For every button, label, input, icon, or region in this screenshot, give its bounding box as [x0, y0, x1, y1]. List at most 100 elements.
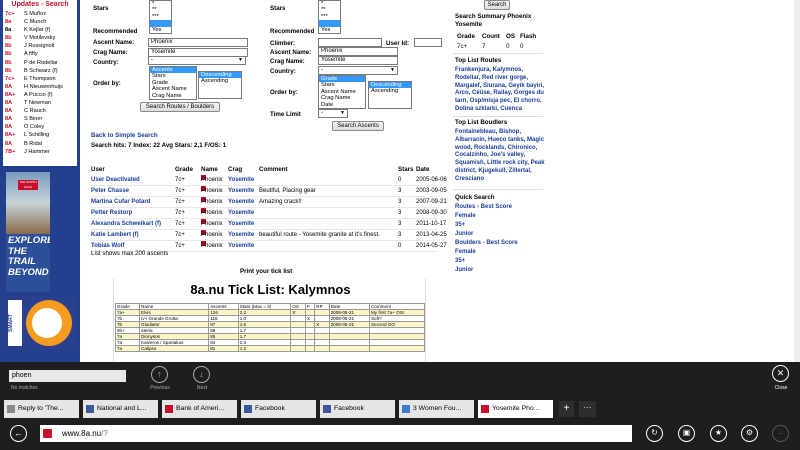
tabs-button[interactable]: ▣ — [678, 425, 695, 442]
crag-link[interactable]: Yosemite — [228, 219, 254, 230]
option[interactable]: Yes — [319, 27, 340, 33]
page-scrollbar[interactable] — [794, 0, 800, 362]
top-routes-list[interactable]: Frankenjura, Kalymnos, Rodellar, Red riv… — [455, 67, 547, 114]
find-input[interactable]: phoen — [9, 370, 126, 382]
country-select[interactable]: - ▼ — [318, 66, 398, 75]
stars-select[interactable]: * ** *** Yes — [149, 0, 172, 34]
crag-link[interactable]: Yosemite — [228, 175, 254, 186]
quick-search-link[interactable]: 35+ — [455, 222, 547, 230]
quick-search-link[interactable]: Routes - Best Score — [455, 204, 547, 212]
search-ascents-button[interactable]: Search Ascents — [332, 121, 384, 131]
update-row[interactable]: 8A+ A Puccio (f) — [3, 91, 77, 99]
update-row[interactable]: 8b A fifty — [3, 50, 77, 58]
update-row[interactable]: 8A O Coley — [3, 123, 77, 131]
close-find-button[interactable]: ✕ — [772, 365, 789, 382]
print-tick-list-link[interactable]: Print your tick list — [240, 268, 292, 275]
quick-search-link[interactable]: Female — [455, 213, 547, 221]
update-row[interactable]: 8A+ L Schilling — [3, 131, 77, 139]
favorites-button[interactable]: ★ — [710, 425, 727, 442]
tab-label: Reply to 'The... — [18, 405, 64, 412]
crag-link[interactable]: Yosemite — [228, 241, 254, 252]
col-date[interactable]: Date — [416, 166, 429, 173]
user-link[interactable]: Katie Lambert (f) — [91, 230, 139, 241]
col-comment[interactable]: Comment — [259, 166, 288, 173]
ascent-name-input[interactable]: Phoenix — [318, 47, 398, 56]
smart-ad[interactable]: SMART — [6, 296, 76, 350]
time-limit-select[interactable]: - ▼ — [318, 109, 348, 118]
climber-input[interactable] — [318, 38, 382, 47]
update-row[interactable]: 8a K Kejlar (f) — [3, 26, 77, 34]
address-input[interactable]: www.8a.nu/? — [40, 425, 632, 442]
quick-search-link[interactable]: Junior — [455, 231, 547, 239]
search-routes-button[interactable]: Search Routes / Boulders — [140, 102, 220, 112]
order-by-select[interactable]: Ascents Stars Grade Ascent Name Crag Nam… — [149, 66, 197, 100]
crag-link[interactable]: Yosemite — [228, 208, 254, 219]
update-row[interactable]: 8b P de Rodellar — [3, 59, 77, 67]
crag-link[interactable]: Yosemite — [228, 197, 254, 208]
browser-tab[interactable]: 3 Women Fou... — [399, 400, 474, 418]
option[interactable]: Ascending — [369, 88, 411, 94]
update-row[interactable]: 7B+ J Hammer — [3, 148, 77, 156]
crag-link[interactable]: Yosemite — [228, 186, 254, 197]
update-row[interactable]: 8A S Biner — [3, 115, 77, 123]
option[interactable]: Yes — [150, 27, 171, 33]
page-tools-button[interactable]: ⚙ — [741, 425, 758, 442]
back-to-simple-search-link[interactable]: Back to Simple Search — [91, 132, 158, 139]
update-row[interactable]: 8b J Rossignoli — [3, 42, 77, 50]
forward-button[interactable]: → — [772, 425, 789, 442]
new-tab-button[interactable]: + — [559, 401, 574, 417]
quick-search-link[interactable]: Junior — [455, 267, 547, 275]
refresh-button[interactable]: ↻ — [646, 425, 663, 442]
next-button[interactable]: ↓ — [193, 366, 210, 383]
country-select[interactable]: - ▼ — [148, 56, 246, 65]
stars-select[interactable]: * ** *** Yes — [318, 0, 341, 34]
quick-search-link[interactable]: Boulders - Best Score — [455, 240, 547, 248]
col-crag[interactable]: Crag — [228, 166, 242, 173]
quick-search-link[interactable]: Female — [455, 249, 547, 257]
stars-cell: 3 — [398, 232, 402, 238]
browser-tab[interactable]: National and L... — [83, 400, 158, 418]
sort-direction-select[interactable]: Descending Ascending — [368, 81, 412, 109]
update-row[interactable]: 7c+ S Muñoz — [3, 10, 77, 18]
update-row[interactable]: 8A C Rauch — [3, 107, 77, 115]
browser-tab[interactable]: Facebook — [320, 400, 395, 418]
update-row[interactable]: 8A T Newman — [3, 99, 77, 107]
ascent-name-input[interactable]: Phoenix — [148, 38, 248, 47]
col-grade[interactable]: Grade — [175, 166, 193, 173]
browser-tab[interactable]: Reply to 'The... — [4, 400, 79, 418]
browser-tab[interactable]: Facebook — [241, 400, 316, 418]
order-by-select[interactable]: Grade Stars Ascent Name Crag Name Date — [318, 75, 366, 109]
previous-button[interactable]: ↑ — [151, 366, 168, 383]
update-row[interactable]: 7c+ E Thompson — [3, 75, 77, 83]
browser-tab[interactable]: Yosemite Pho... — [478, 400, 553, 418]
update-row[interactable]: 8b V Motilevsky — [3, 34, 77, 42]
user-link[interactable]: Peter Chasse — [91, 186, 129, 197]
user-link[interactable]: Martina Cufar Potard — [91, 197, 150, 208]
crag-link[interactable]: Yosemite — [228, 230, 254, 241]
option[interactable]: Crag Name — [150, 93, 196, 99]
updates-title[interactable]: Updates - Search — [3, 0, 77, 10]
option[interactable]: Ascending — [199, 78, 241, 84]
search-button[interactable]: Search — [484, 0, 510, 10]
user-link[interactable]: Alexandra Schweikart (f) — [91, 219, 161, 230]
top-boulders-list[interactable]: Fontainebleau, Bishop, Albarracín, Hueco… — [455, 129, 547, 184]
option[interactable]: Date — [319, 102, 365, 108]
col-name[interactable]: Name — [201, 166, 218, 173]
quick-search-title: Quick Search — [455, 194, 495, 201]
update-row[interactable]: 8b B Schwarz (f) — [3, 67, 77, 75]
user-id-input[interactable] — [414, 38, 442, 47]
back-button[interactable]: ← — [10, 425, 27, 442]
crag-name-input[interactable]: Yosemite — [318, 56, 398, 65]
col-stars[interactable]: Stars — [398, 166, 413, 173]
update-row[interactable]: 8A H Nieuwenhuijs — [3, 83, 77, 91]
col-user[interactable]: User — [91, 166, 105, 173]
quick-search-link[interactable]: 35+ — [455, 258, 547, 266]
tab-menu-button[interactable]: ··· — [579, 401, 596, 417]
browser-tab[interactable]: Bank of Ameri... — [162, 400, 237, 418]
user-link[interactable]: User Deactivated — [91, 175, 140, 186]
sort-direction-select[interactable]: Descending Ascending — [198, 71, 242, 99]
user-link[interactable]: Petter Restorp — [91, 208, 132, 219]
update-row[interactable]: 8A B Ridal — [3, 140, 77, 148]
update-row[interactable]: 8a C Munch — [3, 18, 77, 26]
north-face-ad[interactable]: THE NORTH FACE EXPLORE THE TRAIL BEYOND — [6, 172, 50, 292]
